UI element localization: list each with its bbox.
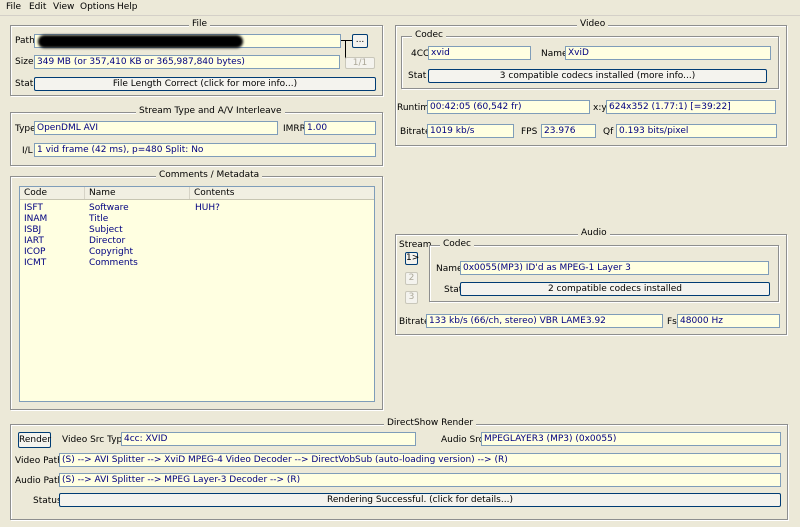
column-code[interactable]: Code (20, 187, 85, 199)
video-stat-button[interactable]: 3 compatible codecs installed (more info… (428, 69, 767, 83)
directshow-legend: DirectShow Render (384, 418, 477, 428)
row-code: ICOP (24, 247, 46, 257)
il-label: I/L (22, 146, 33, 156)
video-stat-label: Stat (408, 71, 427, 81)
audio-stream-label: Stream (399, 240, 432, 250)
fs-field: 48000 Hz (677, 314, 780, 328)
type-field: OpenDML AVI (34, 121, 278, 135)
video-src-type-label: Video Src Type (62, 435, 128, 445)
menu-edit[interactable]: Edit (29, 2, 46, 12)
video-name-field: XviD (565, 46, 771, 60)
render-button[interactable]: Render (18, 432, 51, 448)
size-field: 349 MB (or 357,410 KB or 365,987,840 byt… (34, 55, 340, 69)
menu-view[interactable]: View (53, 2, 74, 12)
row-contents: HUH? (195, 203, 220, 213)
row-name: Title (89, 214, 109, 224)
video-path-field: (S) --> AVI Splitter --> XviD MPEG-4 Vid… (59, 453, 781, 467)
audio-stream-3-button[interactable]: 3 (405, 291, 418, 304)
row-code: ISFT (24, 203, 43, 213)
qf-label: Qf (603, 127, 614, 137)
audio-src-label: Audio Src (441, 435, 484, 445)
fs-label: Fs (667, 317, 677, 327)
row-code: ICMT (24, 258, 47, 268)
row-code: ISBJ (24, 225, 42, 235)
comments-legend: Comments / Metadata (156, 170, 263, 180)
imrr-label: IMRR (283, 124, 306, 134)
audio-src-field: MPEGLAYER3 (MP3) (0x0055) (481, 432, 781, 446)
row-name: Software (89, 203, 129, 213)
comments-list-header: Code Name Contents (20, 187, 374, 200)
stat-label: Stat (15, 79, 34, 89)
render-status-button[interactable]: Rendering Successful. (click for details… (59, 493, 781, 507)
video-path-label: Video Path (15, 456, 63, 466)
menu-file[interactable]: File (6, 2, 21, 12)
audio-stat-button[interactable]: 2 compatible codecs installed (460, 282, 770, 296)
row-code: IART (24, 236, 44, 246)
comments-list[interactable]: Code Name Contents ISFT Software HUH? IN… (19, 186, 375, 402)
row-name: Comments (89, 258, 138, 268)
video-name-label: Name (541, 49, 568, 59)
audio-legend: Audio (578, 228, 610, 238)
audio-bitrate-field: 133 kb/s (66/ch, stereo) VBR LAME3.92 (426, 314, 663, 328)
xy-label: x:y (593, 103, 607, 113)
column-contents[interactable]: Contents (190, 187, 374, 199)
menu-options[interactable]: Options (80, 2, 115, 12)
path-label: Path (15, 36, 35, 46)
audio-path-field: (S) --> AVI Splitter --> MPEG Layer-3 De… (59, 473, 781, 487)
fourcc-label: 4CC (411, 49, 430, 59)
runtime-field: 00:42:05 (60,542 fr) (427, 100, 590, 114)
status-label: Status (33, 496, 62, 506)
row-code: INAM (24, 214, 48, 224)
row-name: Director (89, 236, 126, 246)
browse-button[interactable]: ... (352, 34, 368, 48)
video-bitrate-field: 1019 kb/s (427, 124, 514, 138)
audio-bitrate-label: Bitrate (399, 317, 430, 327)
menu-bar: File Edit View Options Help (0, 0, 800, 16)
type-label: Type (15, 124, 36, 134)
audio-stream-1-button[interactable]: 1> (405, 252, 419, 265)
audio-path-label: Audio Path (15, 476, 64, 486)
qf-field: 0.193 bits/pixel (616, 124, 777, 138)
audio-name-field: 0x0055(MP3) ID'd as MPEG-1 Layer 3 (460, 261, 769, 275)
menu-help[interactable]: Help (117, 2, 138, 12)
fps-label: FPS (521, 127, 538, 137)
imrr-field: 1.00 (304, 121, 376, 135)
video-bitrate-label: Bitrate (400, 127, 431, 137)
audio-codec-legend: Codec (440, 239, 474, 249)
video-codec-legend: Codec (412, 30, 446, 40)
video-src-type-field: 4cc: XVID (121, 432, 416, 446)
file-legend: File (189, 19, 211, 29)
column-name[interactable]: Name (85, 187, 190, 199)
size-page-button[interactable]: 1/1 (345, 57, 375, 69)
xy-field: 624x352 (1.77:1) [=39:22] (606, 100, 776, 114)
size-label: Size (15, 57, 34, 67)
stream-legend: Stream Type and A/V Interleave (136, 106, 285, 116)
fps-field: 23.976 (541, 124, 596, 138)
row-name: Subject (89, 225, 123, 235)
row-name: Copyright (89, 247, 133, 257)
video-legend: Video (577, 19, 609, 29)
audio-stream-2-button[interactable]: 2 (405, 272, 418, 285)
redacted-path-mark (38, 35, 243, 48)
il-field: 1 vid frame (42 ms), p=480 Split: No (34, 143, 376, 157)
file-stat-button[interactable]: File Length Correct (click for more info… (34, 77, 376, 91)
audio-name-label: Name (436, 264, 463, 274)
fourcc-field: xvid (428, 46, 531, 60)
